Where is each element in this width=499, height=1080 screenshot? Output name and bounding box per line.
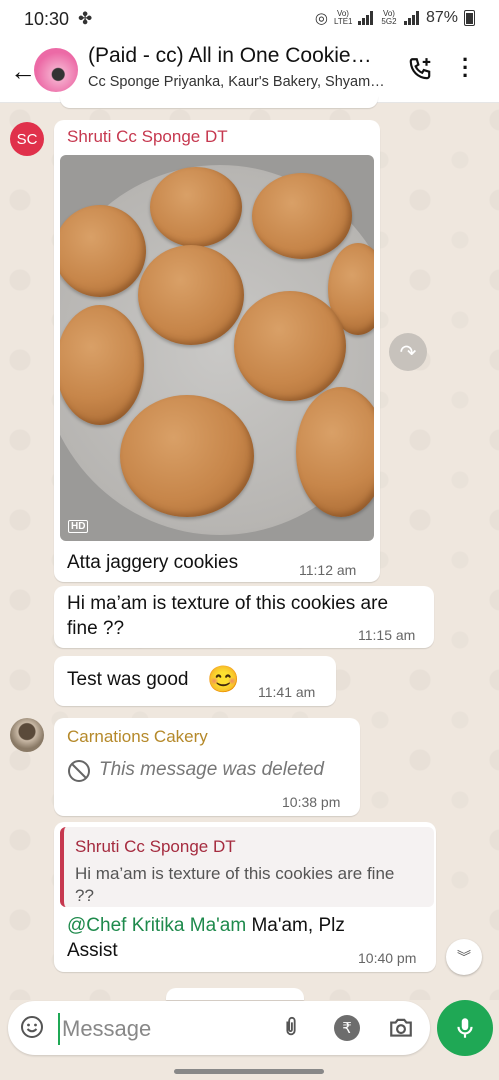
back-arrow-icon[interactable]: ←	[10, 56, 36, 87]
battery-percent: 87%	[425, 9, 458, 26]
add-call-icon[interactable]	[407, 56, 433, 82]
reply-message[interactable]: Shruti Cc Sponge DT Hi ma’am is texture …	[54, 822, 436, 972]
attach-icon[interactable]	[280, 1014, 302, 1046]
cookie-photo[interactable]: HD	[60, 155, 374, 541]
forward-icon[interactable]: ↷	[389, 333, 427, 371]
cookie	[252, 173, 352, 259]
message-bubble-partial	[60, 96, 378, 108]
more-options-icon[interactable]: · · ·	[462, 49, 469, 87]
network1-label: Vo) LTE1	[333, 9, 353, 26]
pinwheel-icon: ✤	[78, 9, 93, 28]
message-time: 10:38 pm	[282, 794, 341, 810]
network2-label: Vo) 5G2	[381, 9, 397, 26]
deleted-message[interactable]: Carnations Cakery This message was delet…	[54, 718, 360, 816]
message-time: 11:41 am	[258, 684, 316, 700]
message-text: Hi ma’am is texture of this cookies are …	[67, 593, 389, 639]
status-bar: 10:30 ✤ ◎ Vo) LTE1 Vo) 5G2 87%	[0, 0, 499, 38]
sender-name[interactable]: Carnations Cakery	[67, 727, 208, 747]
cookie	[60, 305, 144, 425]
text-message[interactable]: Hi ma’am is texture of this cookies are …	[54, 586, 434, 648]
emoji-icon[interactable]	[20, 1015, 44, 1039]
text-message[interactable]: Test was good 😊 11:41 am	[54, 656, 336, 706]
deleted-icon	[68, 760, 90, 782]
deleted-text: This message was deleted	[99, 759, 324, 780]
message-time: 11:12 am	[299, 562, 357, 578]
sender-avatar[interactable]	[10, 718, 44, 752]
sender-name[interactable]: Shruti Cc Sponge DT	[67, 127, 228, 147]
group-members[interactable]: Cc Sponge Priyanka, Kaur's Bakery, Shyam…	[88, 74, 388, 90]
cookie	[234, 291, 346, 401]
rupee-payment-icon[interactable]: ₹	[334, 1015, 360, 1041]
message-text: Test was good	[67, 669, 189, 690]
gesture-bar[interactable]	[174, 1069, 324, 1074]
status-time: 10:30	[24, 9, 70, 29]
cookie	[120, 395, 254, 517]
message-input[interactable]	[58, 1013, 264, 1045]
quote-sender: Shruti Cc Sponge DT	[75, 837, 236, 856]
message-time: 10:40 pm	[358, 950, 417, 966]
cookie	[150, 167, 242, 247]
camera-icon[interactable]	[388, 1015, 414, 1041]
cookie	[138, 245, 244, 345]
image-caption: Atta jaggery cookies	[67, 552, 239, 573]
group-avatar[interactable]	[34, 48, 78, 92]
message-time: 11:15 am	[358, 627, 416, 643]
smile-emoji: 😊	[207, 664, 240, 694]
mention[interactable]: @Chef Kritika Ma'am	[67, 915, 246, 936]
battery-icon	[464, 10, 475, 26]
hotspot-icon: ◎	[314, 10, 328, 27]
status-icons: ◎ Vo) LTE1 Vo) 5G2 87%	[315, 9, 475, 27]
hd-badge: HD	[68, 520, 89, 533]
group-title[interactable]: (Paid - cc) All in One Cookie…	[88, 44, 393, 68]
quoted-message[interactable]: Shruti Cc Sponge DT Hi ma’am is texture …	[60, 827, 434, 907]
reply-text: @Chef Kritika Ma'am Ma'am, Plz Assist	[67, 913, 387, 963]
message-bubble-partial	[166, 988, 304, 1000]
quote-text: Hi ma’am is texture of this cookies are …	[75, 864, 395, 905]
message-composer: ₹	[8, 1001, 430, 1055]
scroll-down-icon[interactable]: ︾	[446, 939, 482, 975]
mic-icon[interactable]	[437, 1000, 493, 1056]
sender-avatar[interactable]: SC	[10, 122, 44, 156]
signal-icon	[357, 11, 374, 25]
signal2-icon	[403, 11, 420, 25]
chat-header: ← (Paid - cc) All in One Cookie… Cc Spon…	[0, 38, 499, 103]
